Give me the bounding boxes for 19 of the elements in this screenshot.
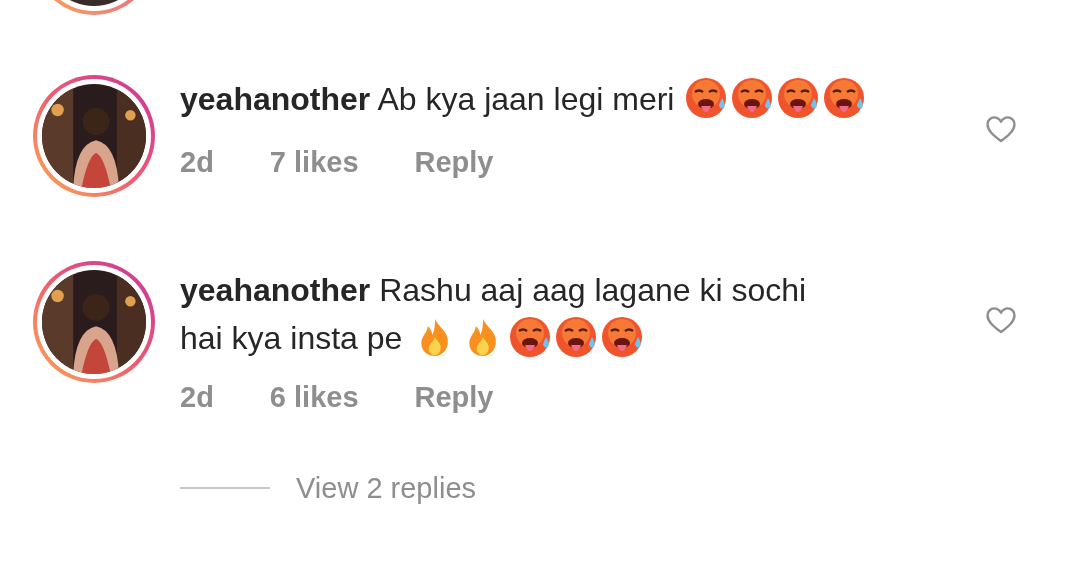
comment-text: Ab kya jaan legi meri	[377, 81, 675, 117]
comment-text: hai kya insta pe	[180, 320, 403, 356]
comment-time: 2d	[180, 145, 214, 180]
hot-face-icon	[554, 315, 599, 359]
comment-text: Rashu aaj aag lagane ki sochi	[379, 272, 807, 308]
reply-link[interactable]: Reply	[414, 377, 494, 417]
comment-time: 2d	[180, 380, 214, 415]
hot-face-icon	[600, 315, 645, 359]
reply-link[interactable]: Reply	[414, 142, 494, 182]
like-count[interactable]: 6 likes	[269, 377, 359, 417]
hot-face-icon	[684, 76, 729, 120]
hot-face-icon	[508, 315, 553, 359]
like-count[interactable]: 7 likes	[269, 142, 359, 182]
username[interactable]: yeahanother	[180, 272, 371, 308]
hot-face-icon	[822, 76, 867, 120]
hot-face-icon	[776, 76, 821, 120]
view-replies-button[interactable]: View 2 replies	[296, 468, 476, 508]
username[interactable]: yeahanother	[180, 81, 371, 117]
hot-face-icon	[730, 76, 775, 120]
